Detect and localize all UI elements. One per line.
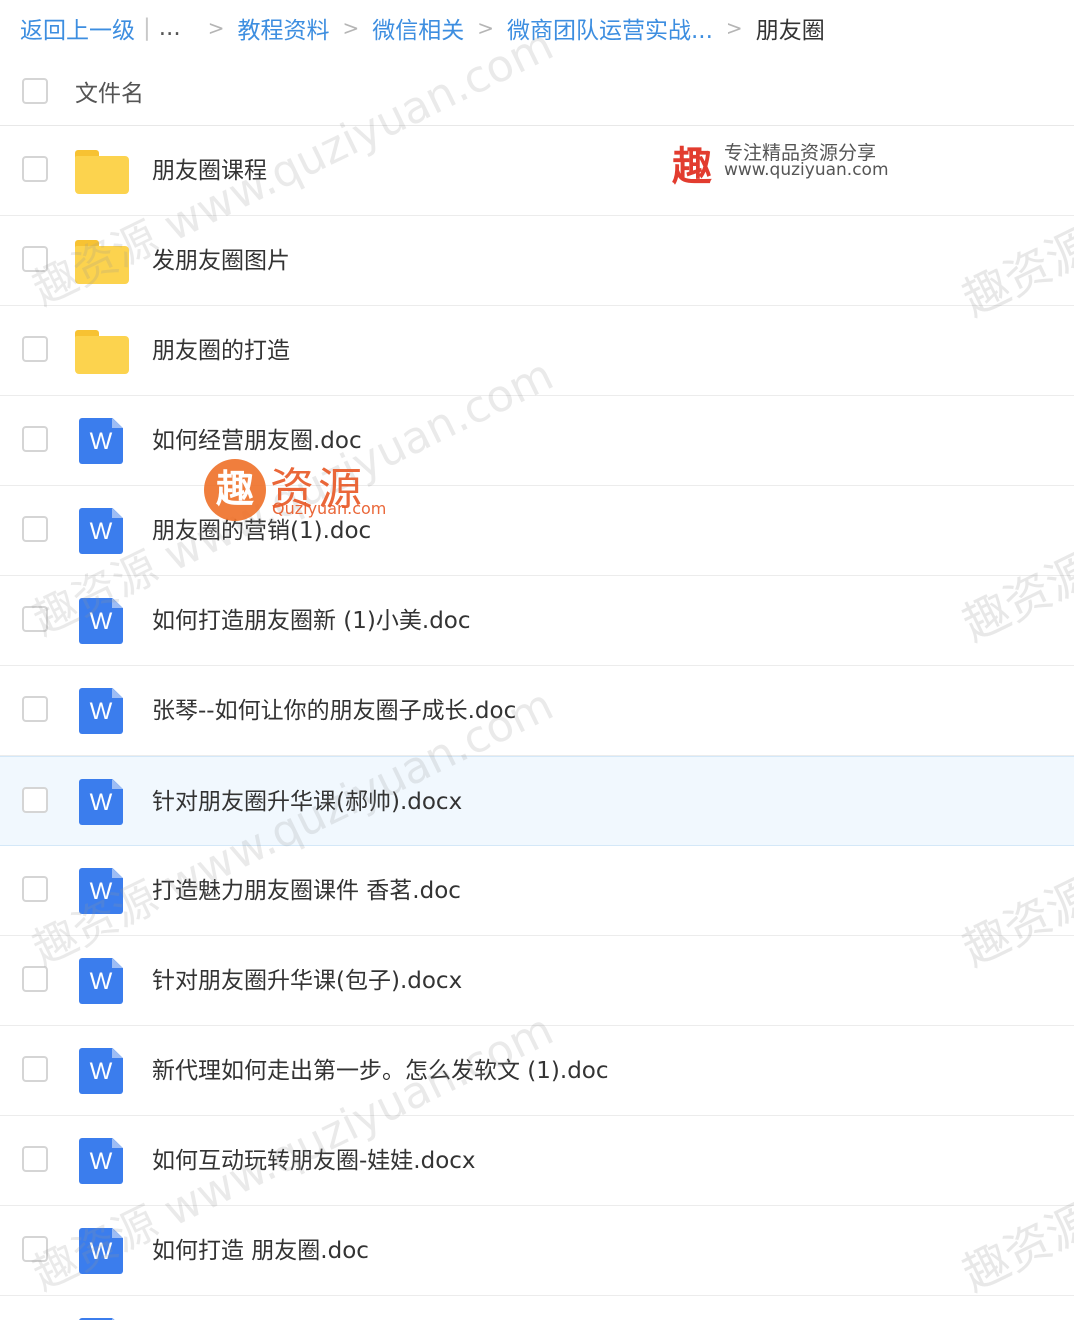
row-checkbox[interactable] [22, 787, 48, 813]
chevron-right-icon: > [725, 16, 743, 40]
list-item[interactable] [0, 1296, 1074, 1320]
chevron-right-icon: > [477, 16, 494, 40]
list-item[interactable]: 朋友圈课程 [0, 126, 1074, 216]
list-item[interactable]: W 打造魅力朋友圈课件 香茗.doc [0, 846, 1074, 936]
list-item[interactable]: W 如何互动玩转朋友圈-娃娃.docx [0, 1116, 1074, 1206]
brand-logo-char: 趣 [672, 144, 712, 190]
file-name[interactable]: 发朋友圈图片 [152, 216, 290, 306]
word-doc-icon: W [79, 688, 123, 734]
word-doc-icon: W [79, 1138, 123, 1184]
row-checkbox[interactable] [22, 426, 48, 452]
breadcrumb-pipe: | [143, 15, 151, 41]
list-item[interactable]: W 新代理如何走出第一步。怎么发软文 (1).doc [0, 1026, 1074, 1116]
list-item-hovered[interactable]: W 针对朋友圈升华课(郝帅).docx [0, 756, 1074, 846]
word-doc-icon: W [79, 868, 123, 914]
breadcrumb-item-team-ops[interactable]: 微商团队运营实战... [507, 11, 713, 45]
file-name[interactable]: 新代理如何走出第一步。怎么发软文 (1).doc [152, 1026, 609, 1116]
list-item[interactable]: W 如何打造朋友圈新 (1)小美.doc [0, 576, 1074, 666]
breadcrumb: 返回上一级 | ... > 教程资料 > 微信相关 > 微商团队运营实战... … [20, 0, 825, 56]
row-checkbox[interactable] [22, 606, 48, 632]
word-doc-icon: W [79, 958, 123, 1004]
list-item[interactable]: W 如何打造 朋友圈.doc [0, 1206, 1074, 1296]
file-name[interactable]: 如何互动玩转朋友圈-娃娃.docx [152, 1116, 476, 1206]
folder-icon [75, 328, 129, 374]
folder-icon [75, 238, 129, 284]
list-item[interactable]: 发朋友圈图片 [0, 216, 1074, 306]
breadcrumb-ellipsis[interactable]: ... [159, 15, 181, 41]
file-name[interactable]: 如何打造 朋友圈.doc [152, 1206, 369, 1296]
file-name[interactable]: 朋友圈课程 [152, 126, 267, 216]
breadcrumb-current: 朋友圈 [755, 18, 825, 44]
file-name[interactable]: 如何打造朋友圈新 (1)小美.doc [152, 576, 471, 666]
list-item[interactable]: W 针对朋友圈升华课(包子).docx [0, 936, 1074, 1026]
chevron-right-icon: > [207, 16, 225, 40]
center-logo-watermark: 趣 资源 Quziyuan.com [204, 455, 414, 521]
list-item[interactable]: 朋友圈的打造 [0, 306, 1074, 396]
row-checkbox[interactable] [22, 1056, 48, 1082]
brand-badge: 趣 专注精品资源分享 www.quziyuan.com [672, 136, 902, 190]
word-doc-icon: W [79, 779, 123, 825]
row-checkbox[interactable] [22, 336, 48, 362]
row-checkbox[interactable] [22, 246, 48, 272]
row-checkbox[interactable] [22, 966, 48, 992]
list-item[interactable]: W 如何经营朋友圈.doc [0, 396, 1074, 486]
word-doc-icon: W [79, 508, 123, 554]
word-doc-icon: W [79, 1228, 123, 1274]
file-name[interactable]: 针对朋友圈升华课(郝帅).docx [152, 757, 462, 847]
word-doc-icon: W [79, 598, 123, 644]
back-link[interactable]: 返回上一级 [20, 11, 135, 45]
chevron-right-icon: > [342, 16, 360, 40]
folder-icon [75, 148, 129, 194]
word-doc-icon: W [79, 1048, 123, 1094]
file-browser: 返回上一级 | ... > 教程资料 > 微信相关 > 微商团队运营实战... … [0, 0, 1074, 1320]
row-checkbox[interactable] [22, 696, 48, 722]
row-checkbox[interactable] [22, 1236, 48, 1262]
row-checkbox[interactable] [22, 1146, 48, 1172]
logo-site: Quziyuan.com [272, 499, 387, 518]
breadcrumb-item-tutorials[interactable]: 教程资料 [237, 11, 329, 45]
file-name[interactable]: 张琴--如何让你的朋友圈子成长.doc [152, 666, 516, 756]
select-all-checkbox[interactable] [22, 78, 48, 104]
list-item[interactable]: W 朋友圈的营销(1).doc [0, 486, 1074, 576]
row-checkbox[interactable] [22, 516, 48, 542]
brand-site: www.quziyuan.com [724, 160, 889, 180]
column-header-filename[interactable]: 文件名 [75, 74, 144, 108]
file-name[interactable]: 打造魅力朋友圈课件 香茗.doc [152, 846, 461, 936]
logo-circle: 趣 [204, 459, 266, 521]
list-header: 文件名 [0, 56, 1074, 126]
word-doc-icon: W [79, 418, 123, 464]
file-name[interactable]: 针对朋友圈升华课(包子).docx [152, 936, 462, 1026]
row-checkbox[interactable] [22, 876, 48, 902]
list-item[interactable]: W 张琴--如何让你的朋友圈子成长.doc [0, 666, 1074, 756]
file-name[interactable]: 朋友圈的打造 [152, 306, 290, 396]
breadcrumb-item-wechat[interactable]: 微信相关 [372, 11, 464, 45]
row-checkbox[interactable] [22, 156, 48, 182]
